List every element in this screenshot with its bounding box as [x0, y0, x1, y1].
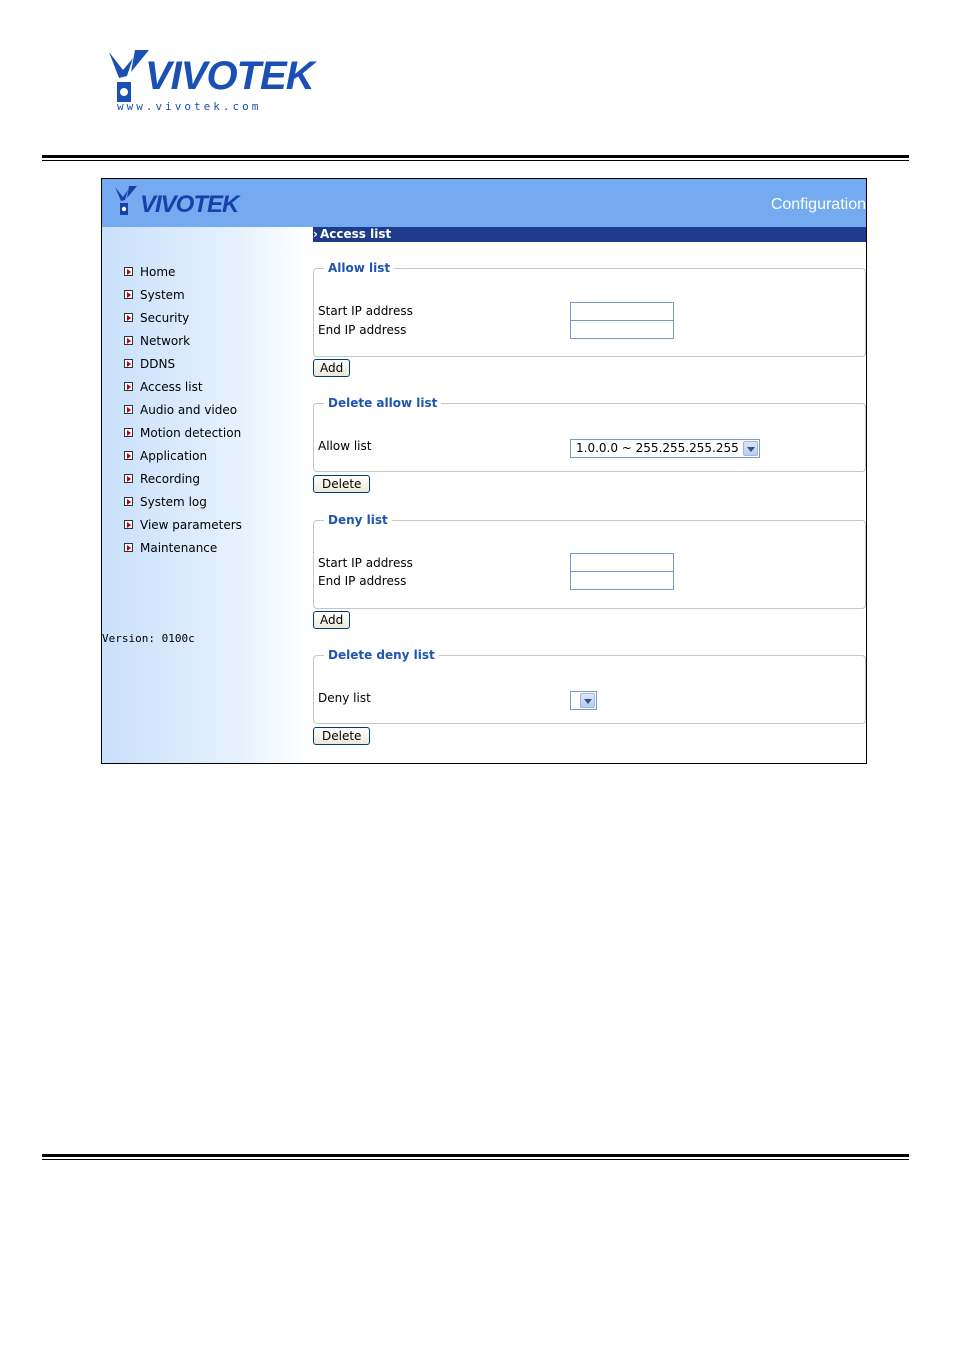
arrow-right-icon — [124, 313, 133, 322]
arrow-right-icon — [124, 474, 133, 483]
arrow-right-icon — [124, 336, 133, 345]
sidebar-item-system[interactable]: System — [124, 283, 242, 306]
arrow-right-icon — [124, 290, 133, 299]
deny-start-label: Start IP address — [318, 556, 413, 570]
page-title: Configuration — [770, 196, 866, 213]
sidebar-item-application[interactable]: Application — [124, 444, 242, 467]
deny-add-button[interactable]: Add — [313, 611, 351, 629]
chevron-down-icon[interactable] — [580, 693, 595, 708]
arrow-right-icon — [124, 451, 133, 460]
arrow-right-icon — [124, 520, 133, 529]
allow-start-label: Start IP address — [318, 304, 413, 318]
sidebar: Home System Security Network DDNS Access… — [102, 227, 312, 763]
document-logo-url: www.vivotek.com — [117, 100, 262, 113]
sidebar-item-maintenance[interactable]: Maintenance — [124, 536, 242, 559]
sidebar-item-system-log[interactable]: System log — [124, 490, 242, 513]
allow-list-select[interactable]: 1.0.0.0 ~ 255.255.255.255 — [570, 439, 760, 458]
sidebar-item-ddns[interactable]: DDNS — [124, 352, 242, 375]
section-title: Access list — [320, 227, 392, 241]
config-window: VIVOTEK Configuration Home System Securi… — [101, 178, 867, 764]
deny-list-group: Deny list Start IP address End IP addres… — [313, 513, 866, 609]
arrow-right-icon — [124, 543, 133, 552]
delete-allow-legend: Delete allow list — [328, 396, 438, 410]
sidebar-item-security[interactable]: Security — [124, 306, 242, 329]
header-rule — [42, 155, 909, 161]
allow-add-button[interactable]: Add — [313, 359, 351, 377]
sidebar-item-motion-detection[interactable]: Motion detection — [124, 421, 242, 444]
deny-end-label: End IP address — [318, 574, 407, 588]
allow-end-ip-input[interactable] — [570, 320, 674, 339]
section-header: › Access list — [313, 227, 866, 242]
sidebar-item-view-parameters[interactable]: View parameters — [124, 513, 242, 536]
banner: VIVOTEK Configuration — [102, 179, 866, 227]
banner-logo: VIVOTEK — [114, 185, 254, 221]
arrow-right-icon — [124, 428, 133, 437]
document-logo: VIVOTEK www.vivotek.com — [105, 48, 315, 116]
sidebar-item-access-list[interactable]: Access list — [124, 375, 242, 398]
main-content: › Access list Allow list Start IP address… — [313, 227, 866, 763]
sidebar-item-network[interactable]: Network — [124, 329, 242, 352]
chevron-down-icon[interactable] — [743, 441, 758, 456]
delete-allow-group: Delete allow list Allow list 1.0.0.0 ~ 2… — [313, 396, 866, 472]
arrow-right-icon — [124, 497, 133, 506]
allow-list-label: Allow list — [318, 439, 372, 453]
arrow-right-icon — [124, 382, 133, 391]
chevron-right-icon: › — [313, 227, 318, 241]
sidebar-item-home[interactable]: Home — [124, 260, 242, 283]
version-text: Version: 0100c — [102, 632, 195, 645]
deny-start-ip-input[interactable] — [570, 553, 674, 572]
deny-list-label: Deny list — [318, 691, 371, 705]
sidebar-nav: Home System Security Network DDNS Access… — [124, 260, 242, 559]
camera-logo-icon — [115, 186, 137, 215]
deny-list-select[interactable] — [570, 691, 597, 710]
footer-rule — [42, 1154, 909, 1160]
deny-delete-button[interactable]: Delete — [313, 727, 371, 745]
document-logo-text: VIVOTEK — [145, 54, 315, 98]
arrow-right-icon — [124, 405, 133, 414]
allow-list-legend: Allow list — [328, 261, 391, 275]
allow-list-group: Allow list Start IP address End IP addre… — [313, 261, 866, 357]
allow-delete-button[interactable]: Delete — [313, 475, 371, 493]
sidebar-item-recording[interactable]: Recording — [124, 467, 242, 490]
banner-logo-text: VIVOTEK — [140, 191, 239, 218]
arrow-right-icon — [124, 267, 133, 276]
delete-deny-group: Delete deny list Deny list — [313, 648, 866, 724]
delete-deny-legend: Delete deny list — [328, 648, 435, 662]
allow-end-label: End IP address — [318, 323, 407, 337]
allow-start-ip-input[interactable] — [570, 302, 674, 321]
deny-end-ip-input[interactable] — [570, 571, 674, 590]
allow-list-selected: 1.0.0.0 ~ 255.255.255.255 — [576, 441, 739, 455]
deny-list-legend: Deny list — [328, 513, 388, 527]
arrow-right-icon — [124, 359, 133, 368]
sidebar-item-audio-video[interactable]: Audio and video — [124, 398, 242, 421]
